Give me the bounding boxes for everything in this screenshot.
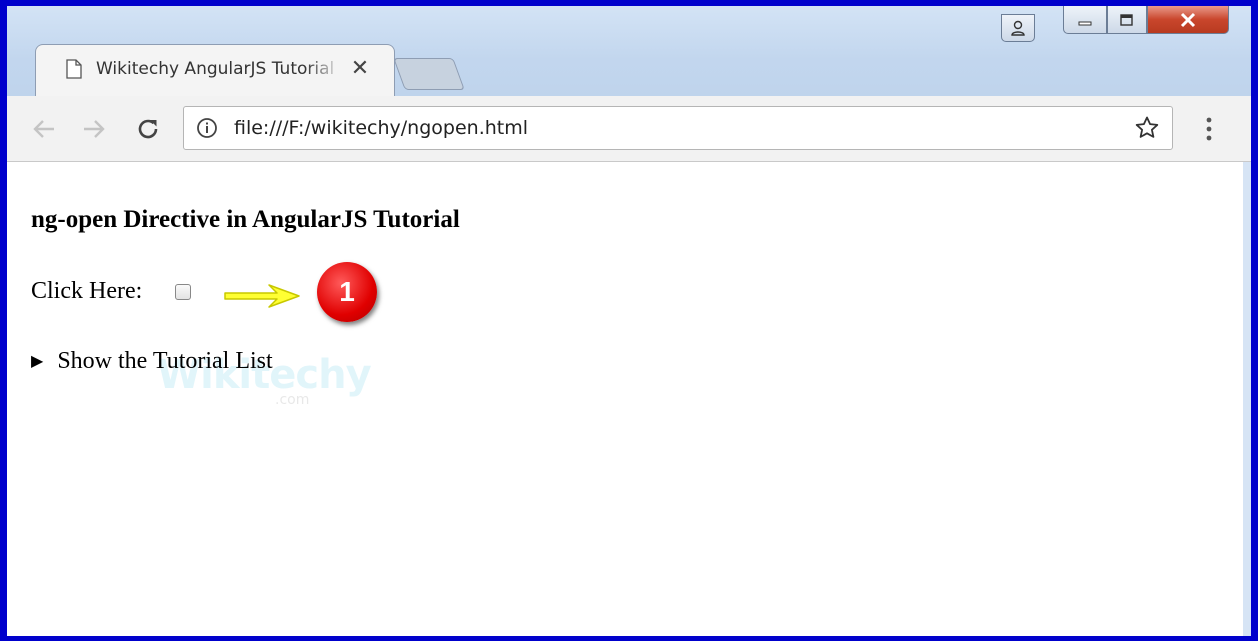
tab-title: Wikitechy AngularJS Tutorial: [96, 59, 335, 79]
disclosure-triangle-icon[interactable]: ▶: [31, 351, 43, 371]
user-button[interactable]: [1001, 14, 1035, 42]
close-button[interactable]: [1147, 6, 1229, 34]
annotation-arrow-icon: [224, 284, 300, 308]
checkbox-label: Click Here:: [31, 278, 143, 304]
back-arrow-icon[interactable]: [29, 114, 59, 144]
title-bar: Wikitechy AngularJS Tutorial ✕: [7, 6, 1251, 96]
minimize-icon: [1078, 21, 1092, 25]
page-content: ng-open Directive in AngularJS Tutorial …: [7, 162, 1243, 636]
minimize-button[interactable]: [1063, 6, 1107, 34]
info-icon[interactable]: [196, 117, 218, 139]
watermark-sub: .com: [275, 392, 310, 408]
page-heading: ng-open Directive in AngularJS Tutorial: [31, 206, 460, 233]
url-text[interactable]: file:///F:/wikitechy/ngopen.html: [234, 117, 528, 139]
browser-toolbar: file:///F:/wikitechy/ngopen.html: [7, 96, 1251, 162]
maximize-button[interactable]: [1107, 6, 1147, 34]
new-tab-button[interactable]: [393, 58, 465, 90]
forward-arrow-icon[interactable]: [79, 114, 109, 144]
address-bar[interactable]: file:///F:/wikitechy/ngopen.html: [183, 106, 1173, 150]
browser-tab[interactable]: Wikitechy AngularJS Tutorial ✕: [35, 44, 395, 96]
tab-close-icon[interactable]: ✕: [348, 55, 372, 81]
close-icon: [1180, 12, 1196, 27]
page-icon: [66, 59, 82, 79]
user-icon: [1011, 20, 1025, 36]
summary-label: Show the Tutorial List: [57, 348, 273, 374]
reload-icon[interactable]: [133, 114, 163, 144]
vertical-dots-icon[interactable]: [1199, 116, 1219, 144]
browser-window: Wikitechy AngularJS Tutorial ✕ file:///F…: [7, 6, 1251, 636]
maximize-icon: [1120, 13, 1133, 26]
click-here-checkbox[interactable]: [175, 284, 191, 300]
annotation-badge: 1: [317, 262, 377, 322]
details-summary[interactable]: ▶ Show the Tutorial List: [31, 348, 273, 375]
star-icon[interactable]: [1134, 115, 1160, 141]
